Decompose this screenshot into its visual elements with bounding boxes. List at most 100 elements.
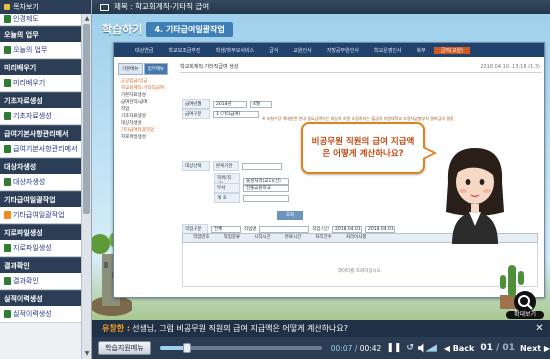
target-row: 대상선택 본복기관 — [182, 161, 282, 171]
grid-column-header[interactable]: 시작시간 — [254, 234, 271, 242]
pause-icon[interactable]: ❚❚ — [386, 342, 401, 355]
grid-column-header[interactable]: 처리건수 — [315, 234, 332, 242]
zoom-label: 확대보기 — [506, 311, 544, 319]
toc-section[interactable]: 급여기본사항관리메서 — [0, 125, 82, 141]
toc-section[interactable]: 결과확인 — [0, 257, 82, 273]
nav-item[interactable]: 기본자료생성 — [118, 92, 176, 99]
toc-item[interactable]: 기타급여일괄작업 — [0, 207, 82, 224]
volume-icon[interactable] — [418, 343, 438, 353]
toc-scrollbar[interactable]: ▲ ▼ — [81, 14, 91, 359]
caption-bar: 유창한 : 선생님, 그럼 비공무원 직원의 급여 지급액은 어떻게 계산하나요… — [92, 320, 550, 337]
pay-year-select[interactable]: 2018년 — [213, 100, 247, 108]
job-name-input[interactable] — [259, 225, 310, 233]
nav-list: 공공업급/임금 학교회계직-기타직급여 기본자료생성 급여관리/급여 작업 기초자료생성 대… — [118, 78, 176, 141]
bubble-tail-inner — [423, 148, 433, 158]
pay-type-select[interactable]: 1 (기타급여) — [213, 110, 259, 118]
nav-item[interactable]: 대상자생성 — [118, 120, 176, 127]
page-separator: / — [492, 343, 503, 353]
toc-section[interactable]: 대상자생성 — [0, 158, 82, 174]
toc-item-label: 대상자생성 — [13, 178, 46, 186]
toc-item[interactable]: 미리배우기 — [0, 75, 82, 92]
app-menu-item[interactable]: 급여(교원) — [433, 46, 471, 54]
app-menu-item[interactable]: 지방공무원인사 — [320, 47, 366, 54]
teacher-character — [446, 148, 504, 244]
learning-menu-button[interactable]: 학습지원메뉴 — [98, 341, 151, 355]
toc-item[interactable]: 결과확인 — [0, 273, 82, 290]
grid-column-header[interactable]: 작업종류 — [224, 234, 241, 242]
replay-icon[interactable]: ↺ — [404, 342, 416, 355]
zoom-button[interactable]: 확대보기 — [506, 291, 544, 319]
nav-item[interactable]: 기타급여일괄작업 — [118, 127, 176, 134]
org-input[interactable] — [242, 162, 282, 170]
job-from-input[interactable]: 2018.04.01 — [331, 225, 362, 233]
content-datetime: 2018.04.10. 13:18 (1.3) — [480, 64, 540, 70]
job-type-select[interactable]: 전체 — [211, 225, 241, 233]
page-icon — [4, 46, 11, 54]
app-menu-item[interactable]: 급식 — [262, 47, 285, 54]
page-icon — [4, 277, 11, 285]
nav-item[interactable]: 급여관리/급여 — [118, 99, 176, 106]
query-button[interactable]: 조회 — [277, 211, 303, 220]
close-icon[interactable]: ✕ — [533, 322, 546, 335]
toc-item[interactable]: 대상자생성 — [0, 174, 82, 191]
step-input[interactable] — [243, 194, 289, 202]
toc-section[interactable]: 실적이력생성 — [0, 290, 82, 306]
app-menu-bar: 대상연금 학교보조금추진 학생/학부모서비스 급식 교원인사 지방공무원인사 학교운영인사 복… — [114, 43, 544, 57]
nav-item[interactable]: 작업 — [118, 106, 176, 113]
scroll-up-icon[interactable]: ▲ — [83, 15, 91, 23]
dept-select[interactable]: 전출교원학교 — [243, 184, 289, 192]
nav-item[interactable]: 공공업급/임금 — [118, 78, 176, 85]
step-label: 개 호 — [214, 193, 240, 203]
toc-header[interactable]: 목차보기 — [0, 0, 91, 14]
toc-item[interactable]: 실적이력생성 — [0, 306, 82, 323]
app-menu-item[interactable]: 대상연금 — [128, 47, 160, 54]
page-icon — [4, 244, 11, 252]
player-controls: 학습지원메뉴 00:07 / 00:42 ❚❚ ↺ ◀ Back 01 / 01… — [92, 337, 550, 359]
app-menu-item[interactable]: 학교운영인사 — [367, 47, 409, 54]
grid-column-header[interactable]: 완료시간 — [285, 234, 302, 242]
job-to-input[interactable]: 2018.04.01 — [364, 225, 395, 233]
scroll-thumb[interactable] — [83, 24, 90, 214]
nav-item[interactable]: 지로파일생성 — [118, 134, 176, 141]
nav-tabs: 기본메뉴 업무메뉴 — [118, 63, 176, 75]
app-menu-item[interactable]: 복무 — [410, 47, 433, 54]
app-menu-item[interactable]: 학교보조금추진 — [161, 47, 207, 54]
toc-section[interactable]: 오늘의 업무 — [0, 26, 82, 42]
toc-section[interactable]: 미리배우기 — [0, 59, 82, 75]
back-button[interactable]: ◀ Back — [444, 344, 475, 353]
speech-bubble: 비공무원 직원의 급여 지급액은 어떻게 계산하나요? — [301, 122, 437, 174]
content-header: 학교회계직·기타직급여 생성 2018.04.10. 13:18 (1.3) — [180, 61, 542, 73]
toc-item[interactable]: 급여기본사항관리메서 — [0, 141, 82, 158]
toc-item-label: 미리배우기 — [13, 79, 46, 87]
nav-item[interactable]: 기초자료생성 — [118, 113, 176, 120]
page-icon — [4, 211, 11, 219]
pay-month-row: 급여년월 2018년 4월 — [182, 99, 272, 109]
toc-section[interactable]: 기초자료생성 — [0, 92, 82, 108]
content-title: 학교회계직·기타직급여 생성 — [180, 64, 239, 70]
toc-section[interactable]: 기타급여일괄작업 — [0, 191, 82, 207]
app-menu-item[interactable]: 학생/학부모서비스 — [209, 47, 262, 54]
toc-item-label: 지로파일생성 — [13, 244, 52, 252]
nav-item[interactable]: 학교회계직-기타직급여 — [118, 85, 176, 92]
nav-tab[interactable]: 기본메뉴 — [118, 63, 143, 75]
nav-tab[interactable]: 업무메뉴 — [143, 63, 169, 75]
toc-item[interactable]: 기초자료생성 — [0, 108, 82, 125]
toc-item[interactable]: 오늘의 업무 — [0, 42, 82, 59]
page-total: 01 — [502, 343, 515, 353]
grid-column-header[interactable]: 작업번호 — [193, 234, 210, 242]
toc-item[interactable]: 인경제도 — [0, 14, 82, 26]
progress-bar[interactable] — [159, 343, 322, 353]
time-separator: / — [352, 343, 360, 353]
lesson-stage: 학습하기 4. 기타급여일괄작업 대상연금 학교보조금추진 학생/학부모서비스 급식 교… — [92, 14, 550, 320]
next-button[interactable]: Next ▶ — [520, 344, 550, 353]
magnifier-icon — [518, 295, 533, 310]
time-display: 00:07 / 00:42 — [331, 344, 382, 353]
grid-column-header[interactable]: 처리이사항 — [346, 234, 367, 242]
scroll-down-icon[interactable]: ▼ — [83, 350, 91, 358]
progress-knob[interactable] — [182, 343, 191, 353]
pay-month-select[interactable]: 4월 — [250, 100, 272, 108]
page-icon — [4, 79, 11, 87]
toc-section[interactable]: 지로파일생성 — [0, 224, 82, 240]
app-menu-item[interactable]: 교원인사 — [286, 47, 318, 54]
toc-item[interactable]: 지로파일생성 — [0, 240, 82, 257]
